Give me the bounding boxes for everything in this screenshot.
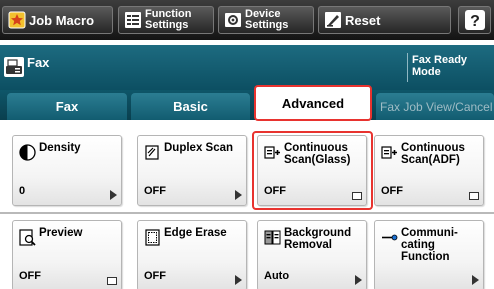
preview-value: OFF (19, 270, 41, 282)
tab-advanced[interactable]: Advanced (254, 85, 372, 121)
continuous-scan-glass-label-line2: Scan(Glass) (284, 154, 351, 166)
density-label: Density (39, 142, 117, 154)
edge-erase-icon (145, 229, 160, 246)
duplex-scan-button[interactable]: Duplex Scan OFF (137, 135, 247, 206)
help-icon-glyph: ? (470, 13, 480, 30)
edge-erase-value: OFF (144, 270, 166, 282)
continuous-scan-icon (264, 146, 280, 159)
title-bar: Fax Fax Ready Mode (0, 45, 494, 90)
function-settings-label: Function Settings (145, 9, 191, 31)
function-settings-icon (125, 12, 141, 28)
communicating-function-label-line1: Communi- (401, 227, 458, 239)
reset-icon (325, 12, 341, 28)
reset-button[interactable]: Reset (318, 6, 451, 34)
background-removal-label-line1: Background (284, 227, 352, 239)
device-settings-label-line2: Settings (245, 19, 289, 31)
background-removal-icon (264, 230, 281, 245)
reset-label: Reset (345, 12, 381, 28)
background-removal-label-line2: Removal (284, 239, 332, 251)
row-divider (0, 212, 494, 214)
continuous-scan-adf-button[interactable]: Continuous Scan(ADF) OFF (374, 135, 484, 206)
duplex-scan-icon (145, 145, 159, 160)
continuous-scan-adf-label: Continuous Scan(ADF) (401, 142, 479, 166)
communicating-function-arrow-icon (472, 275, 479, 285)
continuous-scan-glass-button[interactable]: Continuous Scan(Glass) OFF (257, 135, 367, 206)
continuous-scan-adf-value: OFF (381, 185, 403, 197)
help-icon: ? (464, 10, 485, 30)
background-removal-label: Background Removal (284, 227, 362, 251)
mode-status-line1: Fax Ready (412, 54, 468, 66)
background-removal-value: Auto (264, 270, 290, 282)
communicating-function-button[interactable]: Communi- cating Function (374, 220, 484, 289)
continuous-scan-adf-window-icon (469, 192, 479, 200)
background-removal-arrow-icon (355, 275, 362, 285)
continuous-scan-glass-window-icon (352, 192, 362, 200)
continuous-scan-adf-label-line2: Scan(ADF) (401, 154, 460, 166)
density-value: 0 (19, 185, 26, 197)
communicating-function-label-line3: Function (401, 251, 450, 263)
edge-erase-label-line1: Edge Erase (164, 227, 227, 239)
duplex-scan-label-line1: Duplex Scan (164, 142, 234, 154)
device-settings-icon (225, 13, 241, 27)
device-settings-button[interactable]: Device Settings (218, 6, 314, 34)
duplex-scan-value: OFF (144, 185, 166, 197)
density-arrow-icon (110, 190, 117, 200)
function-settings-label-line2: Settings (145, 19, 189, 31)
mode-status-line2: Mode (412, 66, 441, 78)
edge-erase-label: Edge Erase (164, 227, 242, 239)
mode-status: Fax Ready Mode (412, 54, 467, 78)
preview-icon (19, 229, 36, 246)
tab-fax-job-view[interactable]: Fax Job View/Cancel (376, 93, 494, 120)
page-title: Fax (27, 55, 50, 70)
continuous-scan-glass-label: Continuous Scan(Glass) (284, 142, 362, 166)
edge-erase-button[interactable]: Edge Erase OFF (137, 220, 247, 289)
continuous-scan-adf-icon (381, 146, 397, 159)
duplex-scan-arrow-icon (235, 190, 242, 200)
communicating-function-label: Communi- cating Function (401, 227, 479, 263)
background-removal-button[interactable]: Background Removal Auto (257, 220, 367, 289)
device-settings-label: Device Settings (245, 9, 288, 31)
continuous-scan-glass-label-line1: Continuous (284, 142, 348, 154)
preview-window-icon (107, 277, 117, 285)
continuous-scan-glass-value: OFF (264, 185, 286, 197)
communicating-function-icon (382, 234, 398, 241)
duplex-scan-label: Duplex Scan (164, 142, 242, 154)
density-icon (19, 144, 36, 161)
density-button[interactable]: Density 0 (12, 135, 122, 206)
status-divider (407, 53, 408, 82)
job-macro-label: Job Macro (29, 12, 95, 28)
job-macro-button[interactable]: Job Macro (2, 6, 113, 34)
top-toolbar: Job Macro Function Settings Device Setti… (0, 0, 494, 40)
fax-icon (4, 57, 24, 77)
preview-label: Preview (39, 227, 117, 239)
help-button[interactable]: ? (458, 6, 491, 34)
tab-basic[interactable]: Basic (131, 93, 250, 120)
function-settings-button[interactable]: Function Settings (118, 6, 214, 34)
edge-erase-arrow-icon (235, 275, 242, 285)
job-macro-icon (8, 11, 26, 29)
preview-label-line1: Preview (39, 227, 83, 239)
density-label-line1: Density (39, 142, 81, 154)
preview-button[interactable]: Preview OFF (12, 220, 122, 289)
continuous-scan-adf-label-line1: Continuous (401, 142, 465, 154)
communicating-function-label-line2: cating (401, 239, 435, 251)
tab-fax[interactable]: Fax (7, 93, 127, 120)
